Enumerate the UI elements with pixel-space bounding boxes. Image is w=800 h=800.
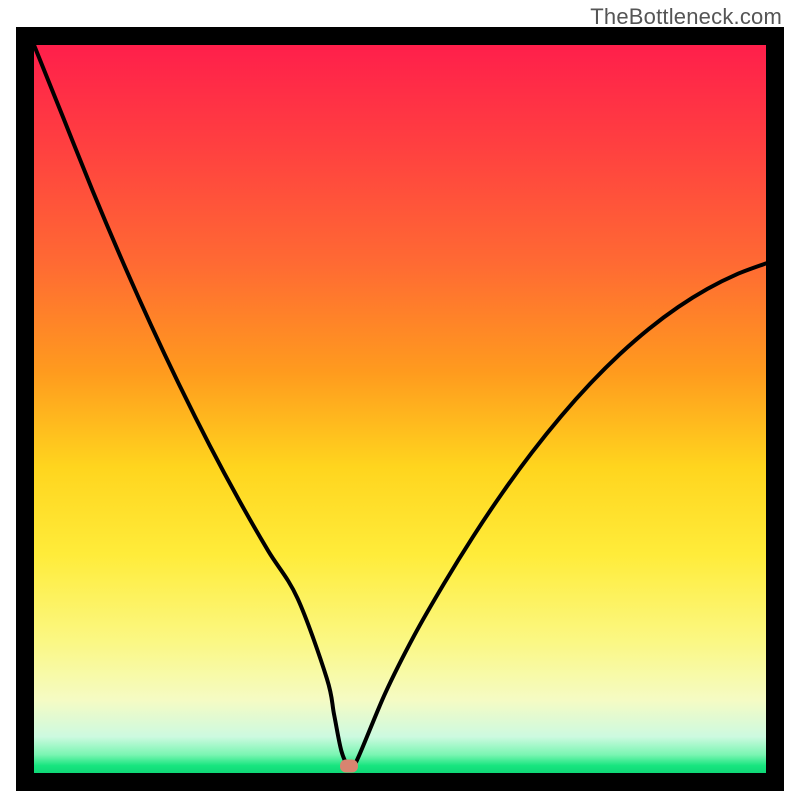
optimum-marker — [340, 759, 358, 772]
root: TheBottleneck.com — [0, 0, 800, 800]
bottleneck-curve — [34, 45, 766, 773]
chart-plot-area — [34, 45, 766, 773]
chart-frame — [16, 27, 784, 791]
